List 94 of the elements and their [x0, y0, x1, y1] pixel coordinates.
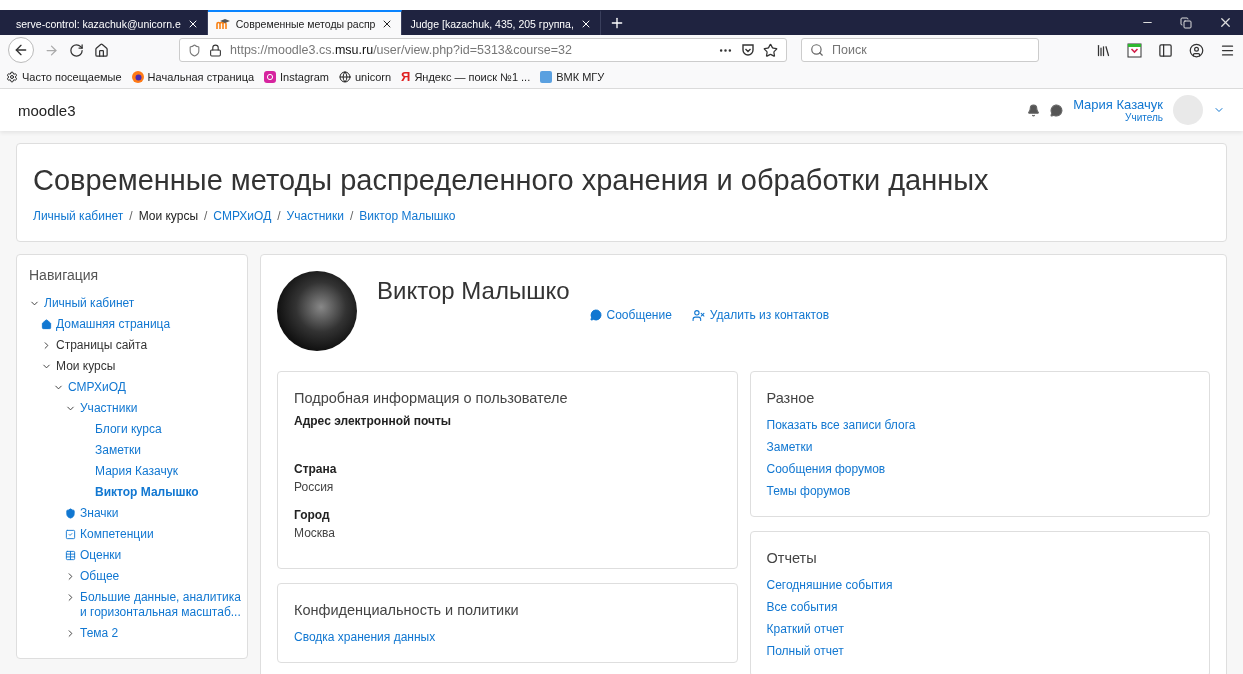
- bell-icon[interactable]: [1027, 103, 1041, 117]
- globe-icon: [338, 70, 351, 83]
- page-title: Современные методы распределенного хранения и обработки данных: [33, 164, 990, 197]
- profile-action-link[interactable]: Удалить из контактов: [691, 279, 830, 351]
- tab-title: Judge [kazachuk, 435, 205 группа,: [410, 17, 574, 30]
- nav-item[interactable]: Общее: [29, 566, 243, 587]
- bookmark[interactable]: Я Яндекс — поиск №1 ...: [401, 69, 531, 84]
- profile-action-link[interactable]: Сообщение: [589, 279, 672, 351]
- tab-title: Современные методы распр: [235, 17, 376, 30]
- site-logo-icon: [540, 70, 553, 83]
- bookmark[interactable]: unicorn: [338, 70, 392, 83]
- section-title: Подробная информация о пользователе: [294, 390, 569, 406]
- breadcrumb-separator: /: [129, 209, 133, 223]
- breadcrumb-link[interactable]: Личный кабинет: [33, 209, 124, 223]
- user-name[interactable]: Мария Казачук: [1073, 97, 1163, 112]
- field-label: Адрес электронной почты: [294, 414, 453, 428]
- nav-item[interactable]: Компетенции: [29, 524, 243, 545]
- nav-item[interactable]: Заметки: [29, 440, 243, 461]
- nav-item[interactable]: Участники: [29, 398, 243, 419]
- shield-icon: [65, 508, 76, 519]
- search-icon: [810, 43, 824, 57]
- user-remove-icon: [691, 308, 705, 322]
- restore-icon[interactable]: [1180, 16, 1192, 29]
- bookmark-label: unicorn: [354, 70, 392, 83]
- tab-logo-icon: [215, 17, 230, 30]
- breadcrumb-link[interactable]: Участники: [286, 209, 344, 223]
- browser-tab[interactable]: Современные методы распр: [207, 10, 403, 35]
- section-title: Конфиденциальность и политики: [294, 602, 520, 618]
- section-title: Отчеты: [766, 550, 818, 566]
- reload-icon[interactable]: [69, 42, 84, 58]
- section-link[interactable]: Темы форумов: [766, 480, 1193, 502]
- shield-icon: [188, 43, 201, 57]
- nav-item[interactable]: Большие данные, аналитика и горизонтальная масштаб...: [29, 587, 243, 623]
- section-link[interactable]: Краткий отчет: [766, 618, 1193, 640]
- account-icon[interactable]: [1189, 42, 1204, 58]
- nav-item[interactable]: Страницы сайта: [29, 335, 243, 356]
- field-label: Город: [294, 508, 331, 522]
- section-link[interactable]: Заметки: [766, 436, 1193, 458]
- bookmark[interactable]: Instagram: [264, 70, 329, 83]
- nav-item[interactable]: Мои курсы: [29, 356, 243, 377]
- menu-icon[interactable]: [1220, 42, 1235, 58]
- section-link[interactable]: Сообщения форумов: [766, 458, 1193, 480]
- nav-item[interactable]: Блоги курса: [29, 419, 243, 440]
- gear-icon: [6, 70, 18, 83]
- camera-logo-icon: [264, 70, 277, 83]
- home-icon[interactable]: [94, 42, 109, 58]
- yandex-glyph: Я: [401, 69, 411, 84]
- breadcrumb-text: Мои курсы: [138, 209, 198, 223]
- nav-item[interactable]: Значки: [29, 503, 243, 524]
- panel-title: Навигация: [29, 267, 100, 283]
- field-value: Россия: [294, 480, 335, 494]
- browser-logo-icon: [131, 70, 144, 83]
- star-icon[interactable]: [763, 42, 778, 58]
- chat-icon: [589, 309, 602, 321]
- nav-item[interactable]: Личный кабинет: [29, 293, 243, 314]
- site-brand[interactable]: moodle3: [18, 101, 76, 119]
- section-link[interactable]: Полный отчет: [766, 640, 1193, 662]
- section-link[interactable]: Все события: [766, 596, 1193, 618]
- user-role: Учитель: [1125, 112, 1163, 123]
- section-link[interactable]: Показать все записи блога: [766, 414, 1193, 436]
- sidebar-icon[interactable]: [1158, 42, 1173, 58]
- breadcrumb-link[interactable]: Виктор Малышко: [359, 209, 456, 223]
- field-label: Страна: [294, 462, 338, 476]
- bookmark-label: ВМК МГУ: [556, 70, 605, 83]
- bookmark-label: Instagram: [280, 70, 329, 83]
- close-icon[interactable]: [1218, 15, 1233, 30]
- profile-name: Виктор Малышко: [377, 277, 570, 306]
- nav-item[interactable]: Виктор Малышко: [29, 482, 243, 503]
- section-link[interactable]: Сводка хранения данных: [294, 626, 721, 648]
- checkbox-icon: [65, 529, 76, 540]
- section-link[interactable]: Сегодняшние события: [766, 574, 1193, 596]
- bookmark-label: Яндекс — поиск №1 ...: [414, 70, 531, 83]
- tab-title: serve-control: kazachuk@unicorn.e: [16, 17, 181, 30]
- section-title: Разное: [766, 390, 816, 406]
- table-icon: [65, 550, 76, 561]
- back-button[interactable]: [8, 37, 34, 63]
- library-icon[interactable]: [1096, 42, 1111, 58]
- chat-icon[interactable]: [1050, 103, 1064, 117]
- home-icon: [41, 319, 52, 330]
- nav-item[interactable]: Тема 2: [29, 623, 243, 644]
- nav-item[interactable]: Мария Казачук: [29, 461, 243, 482]
- nav-item[interactable]: Оценки: [29, 545, 243, 566]
- breadcrumb-separator: /: [204, 209, 208, 223]
- breadcrumb-link[interactable]: СМРХиОД: [213, 209, 272, 223]
- url-text: https://moodle3.cs.msu.ru/user/view.php?id=5313&course=32: [230, 43, 573, 57]
- nav-item[interactable]: Домашняя страница: [29, 314, 243, 335]
- bookmark[interactable]: ВМК МГУ: [540, 70, 605, 83]
- search-field[interactable]: Поиск: [801, 38, 1039, 62]
- nav-item[interactable]: СМРХиОД: [29, 377, 243, 398]
- breadcrumb-separator: /: [277, 209, 281, 223]
- field-value: Москва: [294, 526, 336, 540]
- lock-icon: [209, 43, 222, 57]
- address-field[interactable]: https://moodle3.cs.msu.ru/user/view.php?id=5313&course=32: [179, 38, 787, 62]
- breadcrumb-separator: /: [349, 209, 354, 223]
